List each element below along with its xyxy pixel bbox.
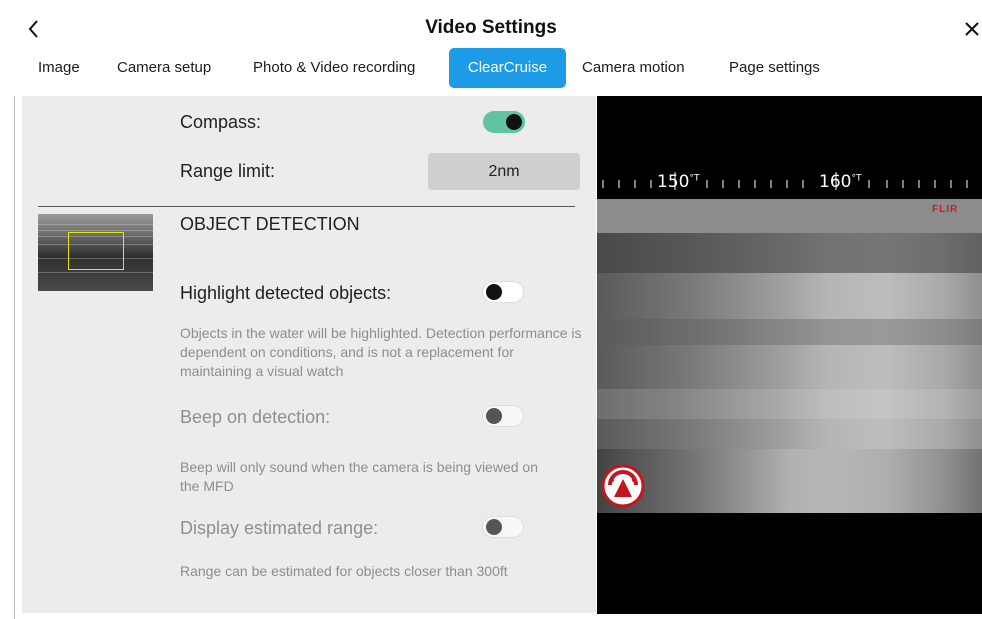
beep-detection-label: Beep on detection: xyxy=(180,407,331,427)
beep-detection-toggle[interactable] xyxy=(482,405,524,427)
thermal-band xyxy=(597,449,982,513)
highlight-objects-label: Highlight detected objects: xyxy=(180,283,392,303)
window-frame-left xyxy=(14,96,15,619)
estimated-range-toggle[interactable] xyxy=(482,516,524,538)
toggle-knob xyxy=(486,408,502,424)
thermal-band xyxy=(597,233,982,273)
tab-photo-video-recording[interactable]: Photo & Video recording xyxy=(253,48,415,88)
thumb-stripe xyxy=(38,224,153,225)
tab-image[interactable]: Image xyxy=(38,48,80,88)
object-detection-title: OBJECT DETECTION xyxy=(180,214,360,234)
tab-camera-motion[interactable]: Camera motion xyxy=(582,48,685,88)
estimated-range-label: Display estimated range: xyxy=(180,518,379,538)
range-limit-label: Range limit: xyxy=(180,161,276,181)
tab-page-settings[interactable]: Page settings xyxy=(729,48,820,88)
heading-value: 150 xyxy=(657,172,690,192)
tab-camera-setup[interactable]: Camera setup xyxy=(117,48,211,88)
tab-clearcruise[interactable]: ClearCruise xyxy=(449,48,566,88)
compass-toggle[interactable] xyxy=(483,111,525,133)
thermal-band xyxy=(597,389,982,419)
camera-pan-icon xyxy=(601,464,645,508)
heading-label-160: 160°T xyxy=(819,172,861,192)
range-limit-select[interactable]: 2nm xyxy=(428,153,580,190)
heading-unit: °T xyxy=(689,173,700,184)
thermal-band xyxy=(597,199,982,233)
camera-preview[interactable]: 150°T 160°T FLIR xyxy=(597,96,982,614)
compass-label: Compass: xyxy=(180,112,262,132)
highlight-objects-description: Objects in the water will be highlighted… xyxy=(180,325,582,379)
toggle-knob xyxy=(486,284,502,300)
close-icon xyxy=(965,22,979,36)
estimated-range-description: Range can be estimated for objects close… xyxy=(180,563,508,579)
thermal-band xyxy=(597,319,982,345)
heading-value: 160 xyxy=(819,172,852,192)
close-button[interactable] xyxy=(962,14,982,44)
beep-detection-description: Beep will only sound when the camera is … xyxy=(180,459,538,494)
toggle-knob xyxy=(506,114,522,130)
detection-box xyxy=(68,232,124,270)
thumb-stripe xyxy=(38,230,153,231)
object-detection-thumbnail xyxy=(38,214,153,291)
compass-tape xyxy=(602,172,968,190)
camera-pan-button[interactable] xyxy=(600,463,646,509)
thumb-stripe xyxy=(38,272,153,273)
highlight-objects-toggle[interactable] xyxy=(482,281,524,303)
heading-label-150: 150°T xyxy=(657,172,699,192)
page-title: Video Settings xyxy=(425,17,557,38)
section-divider xyxy=(38,206,575,207)
heading-unit: °T xyxy=(851,173,862,184)
flir-logo: FLIR xyxy=(932,204,959,215)
toggle-knob xyxy=(486,519,502,535)
thermal-image xyxy=(597,199,982,513)
